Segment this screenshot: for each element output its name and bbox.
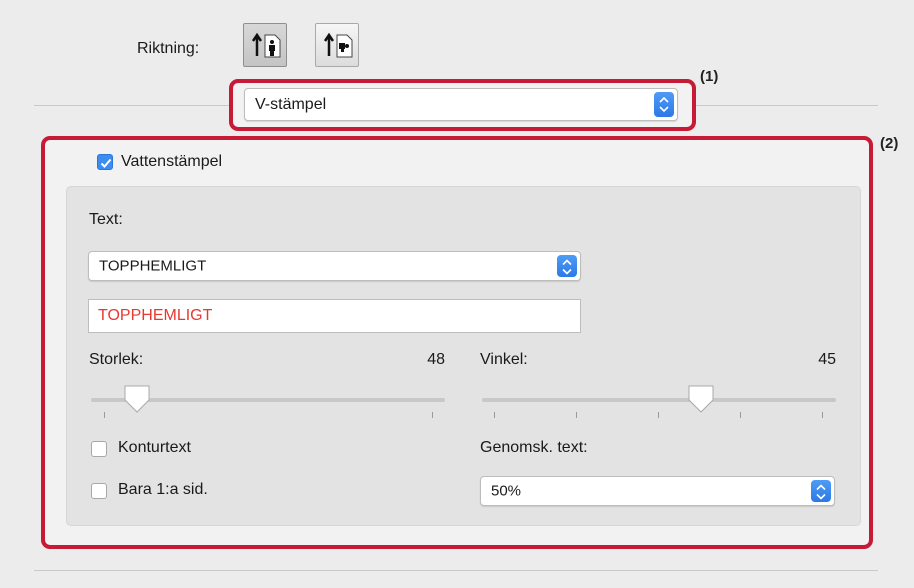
- text-select-value: TOPPHEMLIGT: [99, 257, 207, 275]
- stepper-icon: [811, 480, 831, 502]
- size-label: Storlek:: [89, 351, 144, 368]
- watermark-checkbox[interactable]: [97, 154, 113, 170]
- feature-menu-select[interactable]: V-stämpel: [244, 88, 678, 121]
- angle-value: 45: [818, 351, 836, 368]
- stepper-icon: [654, 92, 674, 117]
- watermark-text-field[interactable]: TOPPHEMLIGT: [88, 299, 581, 333]
- size-slider-tick: [104, 412, 105, 418]
- transparency-value: 50%: [491, 482, 522, 500]
- size-slider-tick: [432, 412, 433, 418]
- watermark-text-value: TOPPHEMLIGT: [98, 307, 213, 324]
- text-select[interactable]: TOPPHEMLIGT: [88, 251, 581, 281]
- callout-2-number: (2): [880, 135, 899, 152]
- angle-slider-tick: [576, 412, 577, 418]
- transparency-label: Genomsk. text:: [480, 439, 588, 456]
- angle-slider-knob[interactable]: [687, 384, 715, 414]
- angle-slider-tick: [494, 412, 495, 418]
- watermark-checkbox-label: Vattenstämpel: [121, 153, 223, 170]
- portrait-orientation-icon: [251, 32, 281, 58]
- outline-text-label: Konturtext: [118, 439, 191, 456]
- stepper-icon: [557, 255, 577, 277]
- checkmark-icon: [100, 158, 112, 168]
- landscape-orientation-button[interactable]: [315, 23, 359, 67]
- angle-slider-tick: [740, 412, 741, 418]
- text-label: Text:: [89, 211, 123, 228]
- landscape-orientation-icon: [323, 32, 353, 58]
- outline-text-checkbox[interactable]: [91, 441, 107, 457]
- orientation-label: Riktning:: [137, 40, 200, 57]
- callout-1-number: (1): [700, 68, 719, 85]
- angle-slider-track[interactable]: [482, 398, 836, 402]
- divider-right: [696, 105, 878, 106]
- feature-menu-value: V-stämpel: [255, 95, 327, 113]
- transparency-select[interactable]: 50%: [480, 476, 835, 506]
- first-page-only-label: Bara 1:a sid.: [118, 481, 208, 498]
- divider-left: [34, 105, 236, 106]
- portrait-orientation-button[interactable]: [243, 23, 287, 67]
- first-page-only-checkbox[interactable]: [91, 483, 107, 499]
- watermark-settings-panel: [66, 186, 861, 526]
- angle-label: Vinkel:: [480, 351, 528, 368]
- bottom-divider: [34, 570, 878, 571]
- angle-slider-tick: [658, 412, 659, 418]
- size-value: 48: [427, 351, 445, 368]
- angle-slider-tick: [822, 412, 823, 418]
- size-slider-knob[interactable]: [123, 384, 151, 414]
